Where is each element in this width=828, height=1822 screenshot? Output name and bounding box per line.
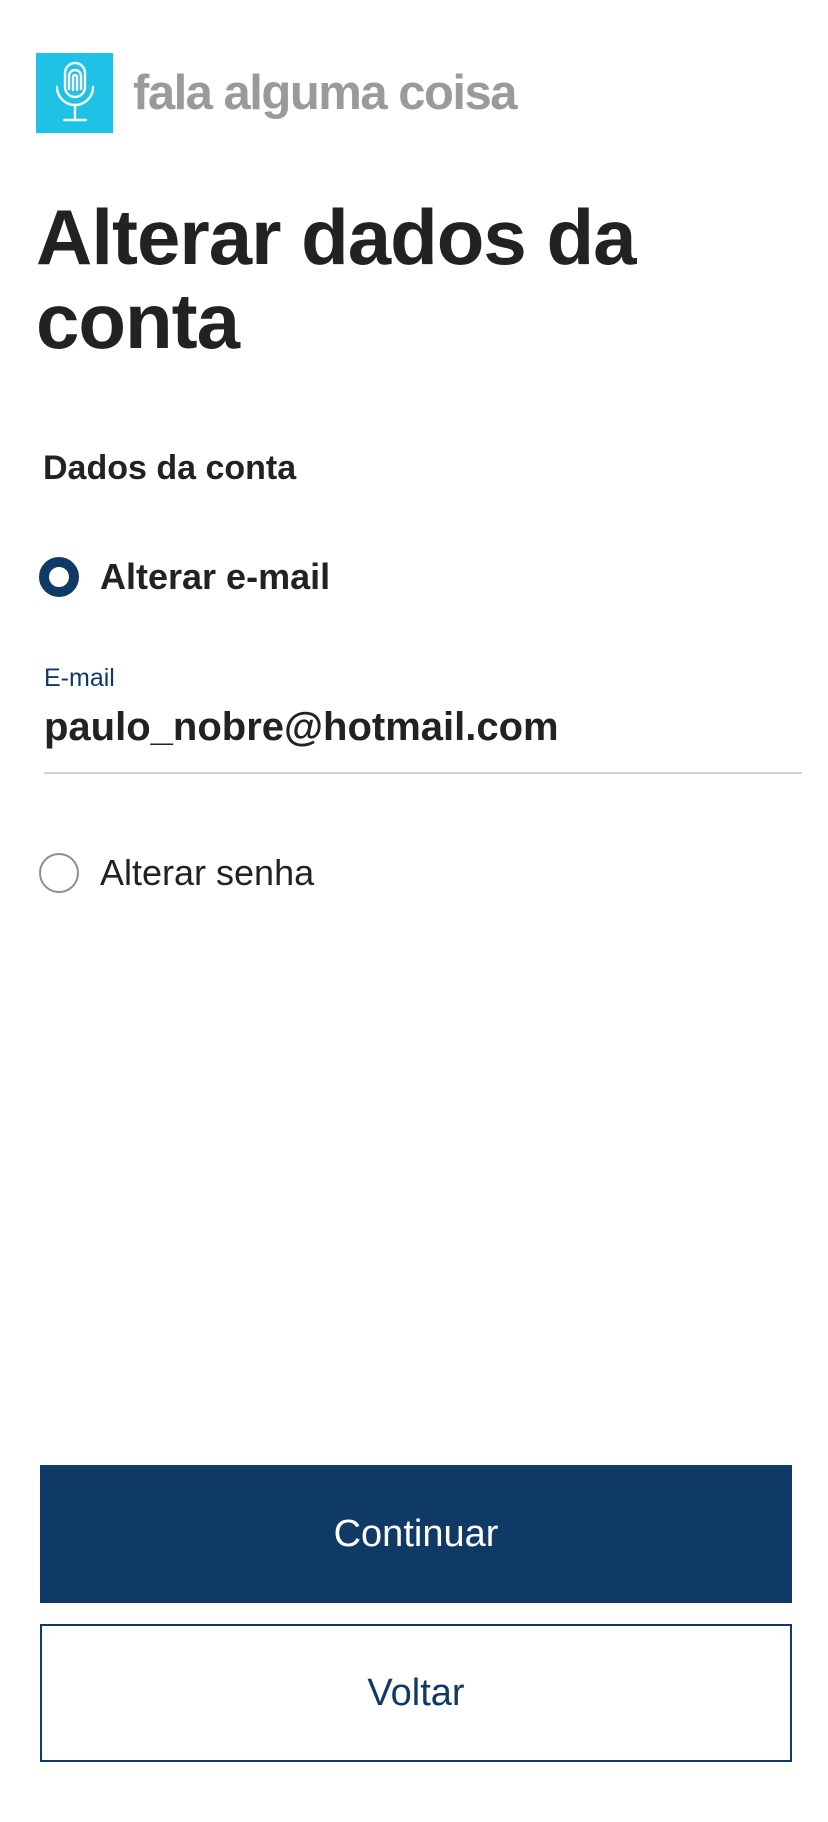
microphone-fingerprint-icon: [55, 61, 94, 122]
email-input[interactable]: [44, 705, 802, 774]
section-title: Dados da conta: [43, 449, 297, 487]
change-email-option[interactable]: Alterar e-mail: [39, 556, 330, 598]
header: fala alguma coisa: [36, 53, 518, 133]
back-button[interactable]: Voltar: [40, 1624, 792, 1762]
change-email-radio[interactable]: [39, 557, 79, 597]
brand-name: fala alguma coisa: [133, 65, 518, 120]
continue-button[interactable]: Continuar: [40, 1465, 792, 1603]
logo: [36, 53, 113, 133]
account-settings-page: fala alguma coisa Alterar dados da conta…: [0, 0, 828, 1822]
change-password-radio[interactable]: [39, 853, 79, 893]
change-password-label: Alterar senha: [100, 852, 315, 893]
page-title: Alterar dados da conta: [36, 193, 637, 365]
email-field: E-mail: [44, 663, 802, 774]
change-password-option[interactable]: Alterar senha: [39, 852, 314, 894]
change-email-label: Alterar e-mail: [100, 556, 331, 597]
email-field-label: E-mail: [44, 664, 115, 692]
